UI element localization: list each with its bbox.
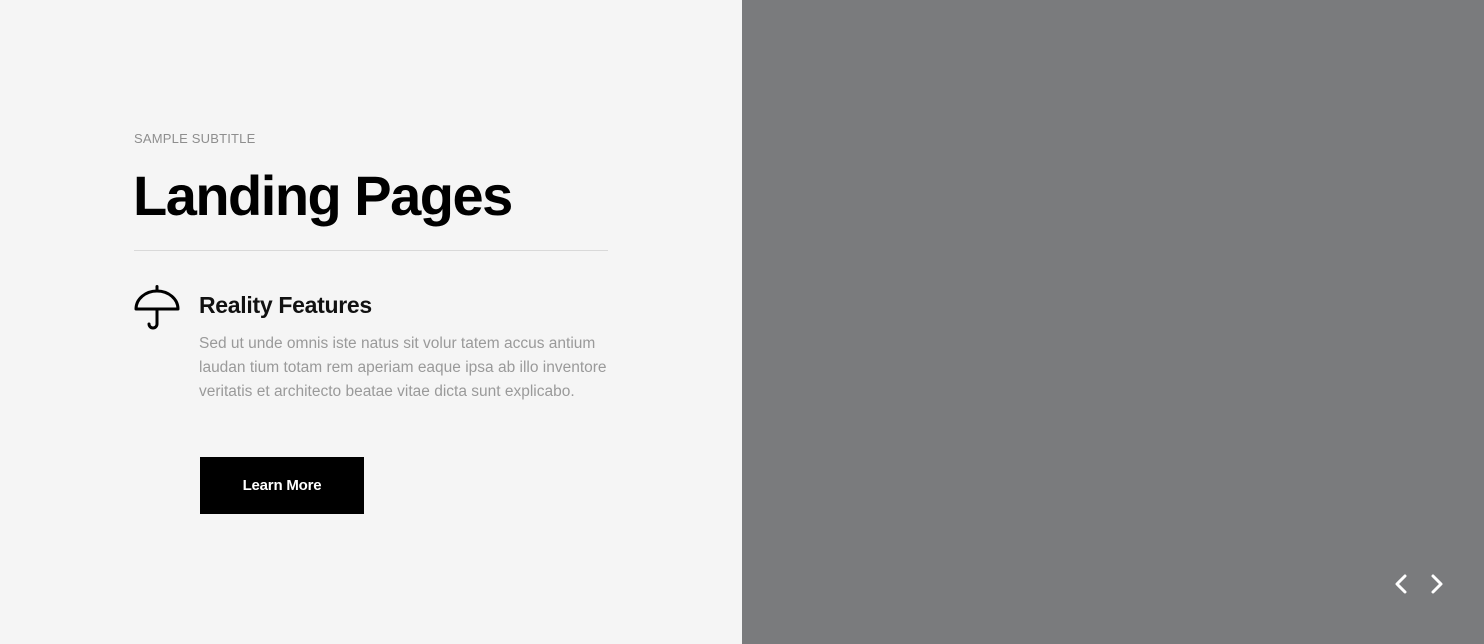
divider (134, 250, 608, 251)
slider-navigation (1390, 572, 1448, 596)
section-subtitle: SAMPLE SUBTITLE (134, 131, 256, 146)
image-panel (742, 0, 1484, 644)
feature-title: Reality Features (199, 292, 372, 318)
feature-description: Sed ut unde omnis iste natus sit volur t… (199, 335, 607, 400)
content-panel: SAMPLE SUBTITLE Landing Pages Reality Fe… (0, 0, 742, 644)
chevron-right-icon[interactable] (1424, 572, 1448, 596)
umbrella-icon (133, 285, 181, 333)
landing-page: SAMPLE SUBTITLE Landing Pages Reality Fe… (0, 0, 1484, 644)
chevron-left-icon[interactable] (1390, 572, 1414, 596)
learn-more-button[interactable]: Learn More (200, 457, 364, 514)
page-title: Landing Pages (133, 164, 513, 227)
